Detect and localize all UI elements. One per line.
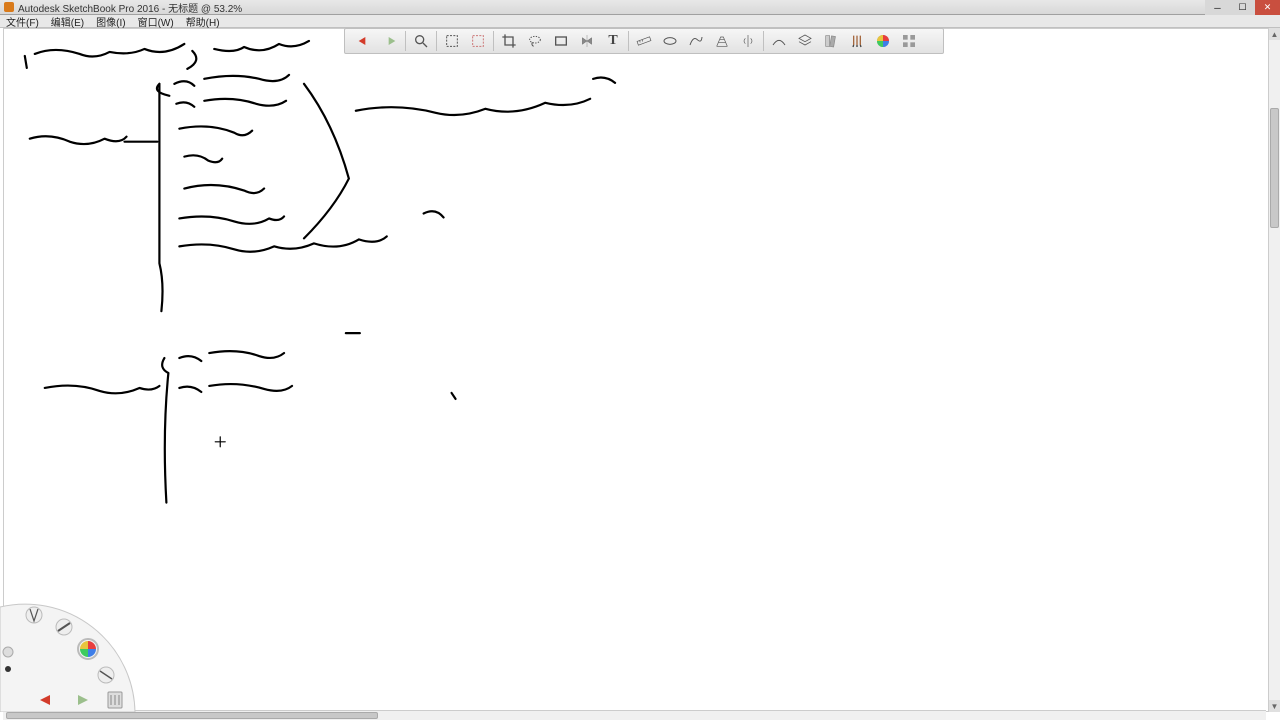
ruler-button[interactable] [632,30,656,52]
marquee-invert-button[interactable] [466,30,490,52]
ruler-icon [636,33,652,49]
french-curve-icon [688,33,704,49]
rect-icon [553,33,569,49]
crop-icon [501,33,517,49]
ellipse-ruler-icon [662,33,678,49]
menu-help[interactable]: 帮助(H) [186,14,220,29]
horizontal-scrollbar[interactable] [3,710,1266,720]
lasso-icon [527,33,543,49]
zoom-icon [413,33,429,49]
symmetry-icon [740,33,756,49]
symmetry-button[interactable] [736,30,760,52]
scroll-down-button[interactable]: ▼ [1269,700,1280,712]
canvas-area[interactable] [3,28,1277,712]
window-title: Autodesk SketchBook Pro 2016 - 无标题 @ 53.… [18,0,242,15]
crop-button[interactable] [497,30,521,52]
flip-icon [579,33,595,49]
separator [628,31,629,51]
menu-image[interactable]: 图像(I) [96,14,125,29]
main-toolbar: T [344,28,944,54]
drawing-layer [4,29,1276,711]
perspective-icon [714,33,730,49]
color-wheel-button[interactable] [871,30,895,52]
scroll-up-button[interactable]: ▲ [1269,28,1280,40]
marquee-button[interactable] [440,30,464,52]
window-buttons: ─ ☐ ✕ [1205,0,1280,15]
perspective-button[interactable] [710,30,734,52]
rect-button[interactable] [549,30,573,52]
swatches-button[interactable] [819,30,843,52]
vertical-scrollbar[interactable]: ▲ ▼ [1268,28,1280,712]
brushset-icon [849,33,865,49]
brush-library-button[interactable] [845,30,869,52]
menubar: 文件(F) 编辑(E) 图像(I) 窗口(W) 帮助(H) [0,15,1280,28]
separator [763,31,764,51]
library-icon [901,33,917,49]
swatches-icon [823,33,839,49]
flip-button[interactable] [575,30,599,52]
horizontal-scroll-thumb[interactable] [6,712,378,719]
zoom-button[interactable] [409,30,433,52]
undo-icon [356,33,372,49]
brush-puck[interactable] [0,597,140,712]
marquee-icon [444,33,460,49]
french-curve-button[interactable] [684,30,708,52]
ellipse-ruler-button[interactable] [658,30,682,52]
separator [405,31,406,51]
panel-grid-button[interactable] [897,30,921,52]
layer-icon [797,33,813,49]
steady-stroke-button[interactable] [767,30,791,52]
layer-button[interactable] [793,30,817,52]
color-wheel-icon [875,33,891,49]
app-icon [4,2,14,12]
separator [436,31,437,51]
maximize-button[interactable]: ☐ [1230,0,1255,15]
close-button[interactable]: ✕ [1255,0,1280,15]
undo-button[interactable] [352,30,376,52]
redo-button[interactable] [378,30,402,52]
titlebar: Autodesk SketchBook Pro 2016 - 无标题 @ 53.… [0,0,1280,15]
redo-icon [382,33,398,49]
minimize-button[interactable]: ─ [1205,0,1230,15]
text-button[interactable]: T [601,30,625,52]
vertical-scroll-thumb[interactable] [1270,108,1279,228]
menu-file[interactable]: 文件(F) [6,14,39,29]
lasso-button[interactable] [523,30,547,52]
steady-stroke-icon [771,33,787,49]
menu-window[interactable]: 窗口(W) [138,14,174,29]
separator [493,31,494,51]
menu-edit[interactable]: 编辑(E) [51,14,84,29]
marquee-invert-icon [470,33,486,49]
